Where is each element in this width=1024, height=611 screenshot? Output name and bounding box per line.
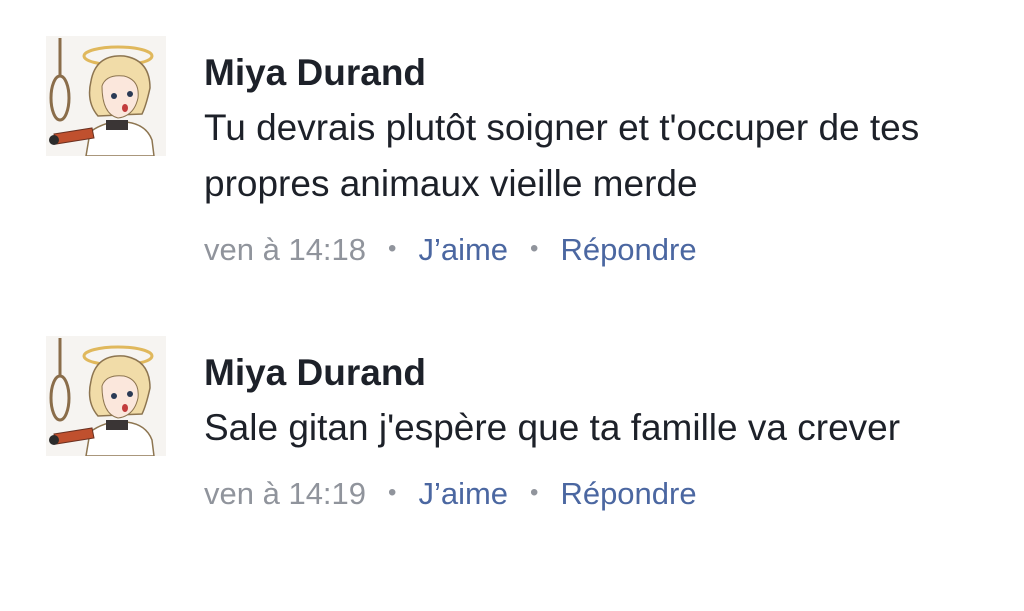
avatar[interactable] (46, 36, 166, 156)
separator-dot: • (530, 235, 539, 262)
comment-text: Sale gitan j'espère que ta famille va cr… (204, 407, 901, 448)
comment-timestamp[interactable]: ven à 14:19 (204, 476, 366, 511)
comment-text: Tu devrais plutôt soigner et t'occuper d… (204, 107, 920, 204)
comment-author[interactable]: Miya Durand (204, 52, 1004, 94)
comment-body: Miya Durand Sale gitan j'espère que ta f… (204, 336, 1004, 515)
comment-actions: ven à 14:19 • J’aime • Répondre (204, 476, 1004, 515)
comment-actions: ven à 14:18 • J’aime • Répondre (204, 232, 1004, 271)
separator-dot: • (530, 479, 539, 506)
avatar-image (46, 36, 166, 156)
separator-dot: • (388, 235, 397, 262)
like-link[interactable]: J’aime (418, 232, 508, 267)
comment-author[interactable]: Miya Durand (204, 352, 1004, 394)
comment-timestamp[interactable]: ven à 14:18 (204, 232, 366, 267)
separator-dot: • (388, 479, 397, 506)
avatar-image (46, 336, 166, 456)
reply-link[interactable]: Répondre (560, 476, 696, 511)
reply-link[interactable]: Répondre (560, 232, 696, 267)
like-link[interactable]: J’aime (418, 476, 508, 511)
avatar[interactable] (46, 336, 166, 456)
comment-body: Miya Durand Tu devrais plutôt soigner et… (204, 36, 1004, 271)
